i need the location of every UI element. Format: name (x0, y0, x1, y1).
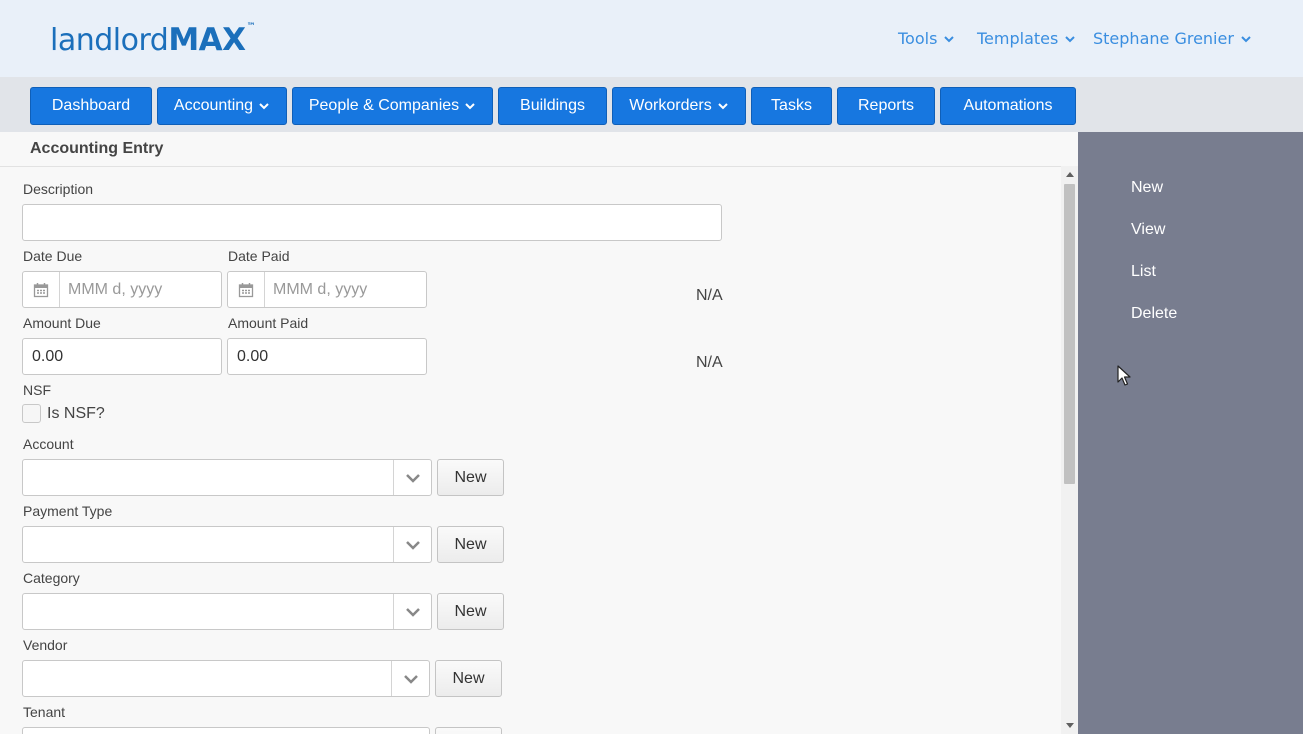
amount-paid-input[interactable]: 0.00 (227, 338, 427, 375)
nav-dashboard-button[interactable]: Dashboard (30, 87, 152, 125)
templates-menu-label: Templates (977, 28, 1059, 48)
tenant-new-button[interactable] (435, 727, 502, 734)
panel-header: Accounting Entry (0, 132, 1078, 167)
calendar-icon[interactable] (228, 272, 265, 307)
vendor-new-button[interactable]: New (435, 660, 502, 697)
payment-type-select[interactable] (22, 526, 432, 563)
calendar-icon[interactable] (23, 272, 60, 307)
chevron-down-icon[interactable] (393, 460, 431, 495)
chevron-down-icon[interactable] (391, 661, 429, 696)
tenant-select[interactable] (22, 727, 430, 734)
category-select[interactable] (22, 593, 432, 630)
side-new-link[interactable]: New (1131, 179, 1163, 197)
main-nav: Dashboard Accounting People & Companies … (0, 77, 1303, 132)
amount-due-input[interactable]: 0.00 (22, 338, 222, 375)
scrollbar-thumb[interactable] (1064, 184, 1075, 484)
tenant-label: Tenant (23, 704, 66, 720)
category-label: Category (23, 570, 80, 586)
side-delete-link[interactable]: Delete (1131, 305, 1177, 323)
description-label: Description (23, 181, 94, 197)
date-paid-input[interactable]: MMM d, yyyy (227, 271, 427, 308)
nsf-label: NSF (23, 382, 51, 398)
side-view-link[interactable]: View (1131, 221, 1165, 239)
nav-tasks-label: Tasks (771, 97, 812, 114)
user-menu[interactable]: Stephane Grenier (1093, 27, 1252, 49)
amount-paid-label: Amount Paid (228, 315, 309, 331)
chevron-down-icon (717, 103, 728, 110)
amount-na-text: N/A (696, 354, 723, 371)
page-title: Accounting Entry (30, 140, 164, 157)
nav-accounting-label: Accounting (173, 97, 254, 114)
account-label: Account (23, 436, 74, 452)
chevron-down-icon (465, 103, 475, 110)
user-menu-label: Stephane Grenier (1093, 28, 1234, 48)
nav-people-button[interactable]: People & Companies (292, 87, 493, 125)
form-scrollbar[interactable] (1061, 166, 1078, 734)
header: landlord MAX ™ Tools Templates Stephane … (0, 0, 1303, 77)
templates-menu[interactable]: Templates (977, 27, 1076, 49)
account-new-button[interactable]: New (437, 459, 504, 496)
nav-buildings-label: Buildings (520, 97, 585, 114)
chevron-down-icon (259, 103, 269, 110)
tools-menu-label: Tools (898, 28, 938, 48)
nsf-checkbox[interactable] (22, 404, 41, 423)
nav-automations-button[interactable]: Automations (940, 87, 1076, 125)
nav-automations-label: Automations (963, 97, 1053, 114)
nav-reports-label: Reports (857, 97, 915, 114)
chevron-down-icon (1065, 36, 1076, 43)
date-due-input[interactable]: MMM d, yyyy (22, 271, 222, 308)
logo-light: landlord (50, 23, 169, 58)
vendor-select[interactable] (22, 660, 430, 697)
scroll-down-arrow-icon[interactable] (1061, 718, 1078, 734)
mouse-cursor-icon (1117, 365, 1131, 386)
account-select[interactable] (22, 459, 432, 496)
description-input[interactable] (22, 204, 722, 241)
date-due-placeholder: MMM d, yyyy (68, 280, 163, 298)
date-paid-label: Date Paid (228, 248, 290, 264)
date-paid-placeholder: MMM d, yyyy (273, 280, 368, 298)
logo[interactable]: landlord MAX ™ (50, 18, 256, 58)
date-due-label: Date Due (23, 248, 83, 264)
logo-tm: ™ (246, 22, 256, 32)
nav-dashboard-label: Dashboard (51, 97, 131, 114)
nav-tasks-button[interactable]: Tasks (751, 87, 832, 125)
category-new-button[interactable]: New (437, 593, 504, 630)
nsf-checkbox-label[interactable]: Is NSF? (47, 405, 105, 423)
chevron-down-icon[interactable] (393, 527, 431, 562)
vendor-label: Vendor (23, 637, 68, 653)
scroll-up-arrow-icon[interactable] (1061, 166, 1078, 182)
nav-workorders-button[interactable]: Workorders (612, 87, 746, 125)
payment-type-new-button[interactable]: New (437, 526, 504, 563)
side-panel: New View List Delete (1078, 132, 1303, 734)
amount-due-label: Amount Due (23, 315, 101, 331)
tools-menu[interactable]: Tools (898, 27, 955, 49)
date-na-text: N/A (696, 287, 723, 304)
chevron-down-icon (1241, 36, 1251, 43)
nav-reports-button[interactable]: Reports (837, 87, 935, 125)
logo-bold: MAX (168, 22, 246, 58)
nav-people-label: People & Companies (308, 97, 460, 114)
chevron-down-icon[interactable] (393, 594, 431, 629)
nav-workorders-label: Workorders (629, 97, 712, 114)
nav-accounting-button[interactable]: Accounting (157, 87, 287, 125)
chevron-down-icon (944, 36, 955, 43)
nav-buildings-button[interactable]: Buildings (498, 87, 607, 125)
side-list-link[interactable]: List (1131, 263, 1156, 281)
payment-type-label: Payment Type (23, 503, 113, 519)
